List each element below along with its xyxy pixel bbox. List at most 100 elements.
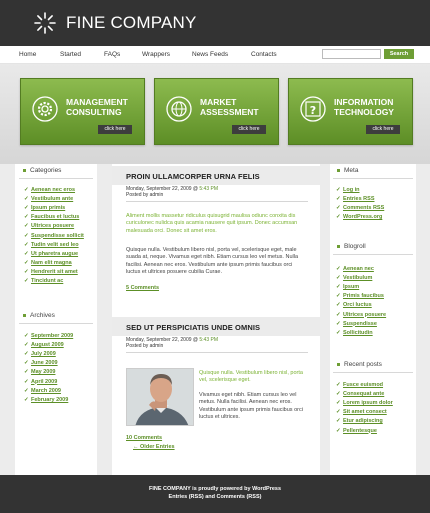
- logo-sunburst-icon[interactable]: [33, 11, 57, 35]
- post-meta: Monday, September 22, 2009 @ 5:43 PM Post…: [126, 337, 218, 349]
- blogroll-link-label: Vestibulum: [343, 275, 373, 282]
- blogroll-link[interactable]: ✓ Ipsum: [336, 284, 359, 290]
- nav-faqs[interactable]: FAQs: [104, 51, 120, 58]
- click-here-button[interactable]: click here: [232, 125, 266, 134]
- category-link[interactable]: ✓ Tincidunt ac: [24, 278, 63, 284]
- category-link[interactable]: ✓ Hendrerit sit amet: [24, 269, 78, 275]
- archive-link-label: May 2009: [31, 369, 56, 376]
- comments-link[interactable]: 10 Comments: [126, 435, 162, 441]
- banner-market-assessment[interactable]: MARKET ASSESSMENT click here: [154, 78, 279, 145]
- recent-post-link-label: Lorem ipsum dolor: [343, 400, 393, 407]
- question-icon: ?: [300, 96, 326, 122]
- blogroll-link[interactable]: ✓ Ultrices posuere: [336, 312, 386, 318]
- blogroll-link[interactable]: ✓ Primis faucibus: [336, 293, 384, 299]
- check-icon: ✓: [24, 342, 29, 349]
- category-link[interactable]: ✓ Ut pharetra augue: [24, 251, 78, 257]
- category-link[interactable]: ✓ Ipsum primis: [24, 205, 65, 211]
- category-link[interactable]: ✓ Ultrices posuere: [24, 223, 74, 229]
- archive-link[interactable]: ✓ March 2009: [24, 388, 61, 394]
- archive-link[interactable]: ✓ May 2009: [24, 369, 55, 375]
- click-here-button[interactable]: click here: [98, 125, 132, 134]
- post-time-link[interactable]: 5:43 PM: [199, 337, 218, 343]
- blogroll-link[interactable]: ✓ Aenean nec: [336, 266, 374, 272]
- search-button[interactable]: Search: [384, 49, 414, 59]
- blogroll-link[interactable]: ✓ Vestibulum: [336, 275, 372, 281]
- meta-heading: Meta: [337, 167, 358, 174]
- categories-heading: Categories: [23, 167, 61, 174]
- meta-link[interactable]: ✓ Comments RSS: [336, 205, 384, 211]
- recent-post-link[interactable]: ✓ Fusce euismod: [336, 382, 383, 388]
- category-link[interactable]: ✓ Vestibulum ante: [24, 196, 73, 202]
- recent-post-link[interactable]: ✓ Lorem ipsum dolor: [336, 400, 393, 406]
- check-icon: ✓: [336, 196, 341, 203]
- category-link[interactable]: ✓ Tudin velit sed leo: [24, 242, 79, 248]
- meta-link[interactable]: ✓ Entries RSS: [336, 196, 374, 202]
- nav-wrappers[interactable]: Wrappers: [142, 51, 170, 58]
- nav-contacts[interactable]: Contacts: [251, 51, 277, 58]
- check-icon: ✓: [336, 284, 341, 291]
- category-link-label: Ipsum primis: [31, 205, 66, 212]
- search-input[interactable]: [322, 49, 381, 59]
- category-link[interactable]: ✓ Suspendisse sollicit: [24, 233, 84, 239]
- category-link[interactable]: ✓ Nam elit magna: [24, 260, 72, 266]
- footer-powered-by[interactable]: FINE COMPANY is proudly powered by WordP…: [0, 486, 430, 492]
- meta-link[interactable]: ✓ Log in: [336, 187, 360, 193]
- category-link[interactable]: ✓ Aenean nec eros: [24, 187, 75, 193]
- archive-link[interactable]: ✓ July 2009: [24, 351, 56, 357]
- recent-post-link[interactable]: ✓ Consequat ante: [336, 391, 384, 397]
- nav-news-feeds[interactable]: News Feeds: [192, 51, 228, 58]
- click-here-button[interactable]: click here: [366, 125, 400, 134]
- category-link-label: Tincidunt ac: [31, 278, 64, 284]
- blogroll-link[interactable]: ✓ Orci luctus: [336, 302, 372, 308]
- blogroll-link-label: Primis faucibus: [343, 293, 384, 300]
- archive-link[interactable]: ✓ February 2009: [24, 397, 68, 403]
- check-icon: ✓: [24, 278, 29, 284]
- banner-information-technology[interactable]: ? INFORMATION TECHNOLOGY click here: [288, 78, 413, 145]
- post-body: Vivamus eget nibh. Etiam cursus leo vel …: [199, 392, 303, 420]
- check-icon: ✓: [336, 275, 341, 282]
- archive-link[interactable]: ✓ August 2009: [24, 342, 64, 348]
- check-icon: ✓: [336, 311, 341, 318]
- post-title[interactable]: SED UT PERSPICIATIS UNDE OMNIS: [126, 323, 260, 332]
- check-icon: ✓: [24, 268, 29, 275]
- blogroll-link[interactable]: ✓ Sollicitudin: [336, 330, 373, 336]
- check-icon: ✓: [24, 360, 29, 367]
- older-entries-link[interactable]: ← Older Entries: [133, 444, 175, 450]
- recent-post-link[interactable]: ✓ Sit amet consect: [336, 409, 387, 415]
- category-link[interactable]: ✓ Faucibus et luctus: [24, 214, 79, 220]
- recent-post-link[interactable]: ✓ Pellentesque: [336, 428, 377, 434]
- category-link-label: Faucibus et luctus: [31, 214, 80, 221]
- post-title[interactable]: PROIN ULLAMCORPER URNA FELIS: [126, 172, 260, 181]
- post-body: Quisque nulla. Vestibulum libero nisl, p…: [126, 247, 299, 275]
- comments-link[interactable]: 5 Comments: [126, 285, 159, 291]
- meta-link-label: Log in: [343, 187, 360, 193]
- archive-link[interactable]: ✓ September 2009: [24, 333, 73, 339]
- check-icon: ✓: [336, 427, 341, 434]
- category-link-label: Hendrerit sit amet: [31, 268, 78, 275]
- post-time-link[interactable]: 5:43 PM: [199, 186, 218, 192]
- nav-home[interactable]: Home: [19, 51, 36, 58]
- globe-icon: [166, 96, 192, 122]
- brand-title[interactable]: FINE COMPANY: [66, 13, 197, 33]
- category-link-label: Suspendisse sollicit: [31, 232, 84, 239]
- category-link-label: Vestibulum ante: [31, 196, 74, 203]
- category-link-label: Aenean nec eros: [31, 187, 76, 193]
- footer-rss-links[interactable]: Entries (RSS) and Comments (RSS): [0, 494, 430, 500]
- category-link-label: Ultrices posuere: [31, 223, 75, 230]
- nav-started[interactable]: Started: [60, 51, 81, 58]
- meta-link[interactable]: ✓ WordPress.org: [336, 214, 382, 220]
- check-icon: ✓: [24, 196, 29, 203]
- recent-post-link[interactable]: ✓ Etur adipiscing: [336, 418, 383, 424]
- check-icon: ✓: [336, 205, 341, 212]
- archive-link-label: September 2009: [31, 333, 74, 339]
- meta-link-label: Comments RSS: [343, 205, 385, 212]
- recent-posts-heading: Recent posts: [337, 361, 382, 368]
- recent-post-link-label: Pellentesque: [343, 427, 377, 434]
- blogroll-heading: Blogroll: [337, 243, 366, 250]
- archive-link[interactable]: ✓ April 2009: [24, 379, 57, 385]
- check-icon: ✓: [24, 259, 29, 266]
- banner-management-consulting[interactable]: MANAGEMENT CONSULTING click here: [20, 78, 145, 145]
- archive-link[interactable]: ✓ June 2009: [24, 360, 58, 366]
- blogroll-link[interactable]: ✓ Suspendisse: [336, 321, 377, 327]
- category-link-label: Tudin velit sed leo: [31, 241, 79, 248]
